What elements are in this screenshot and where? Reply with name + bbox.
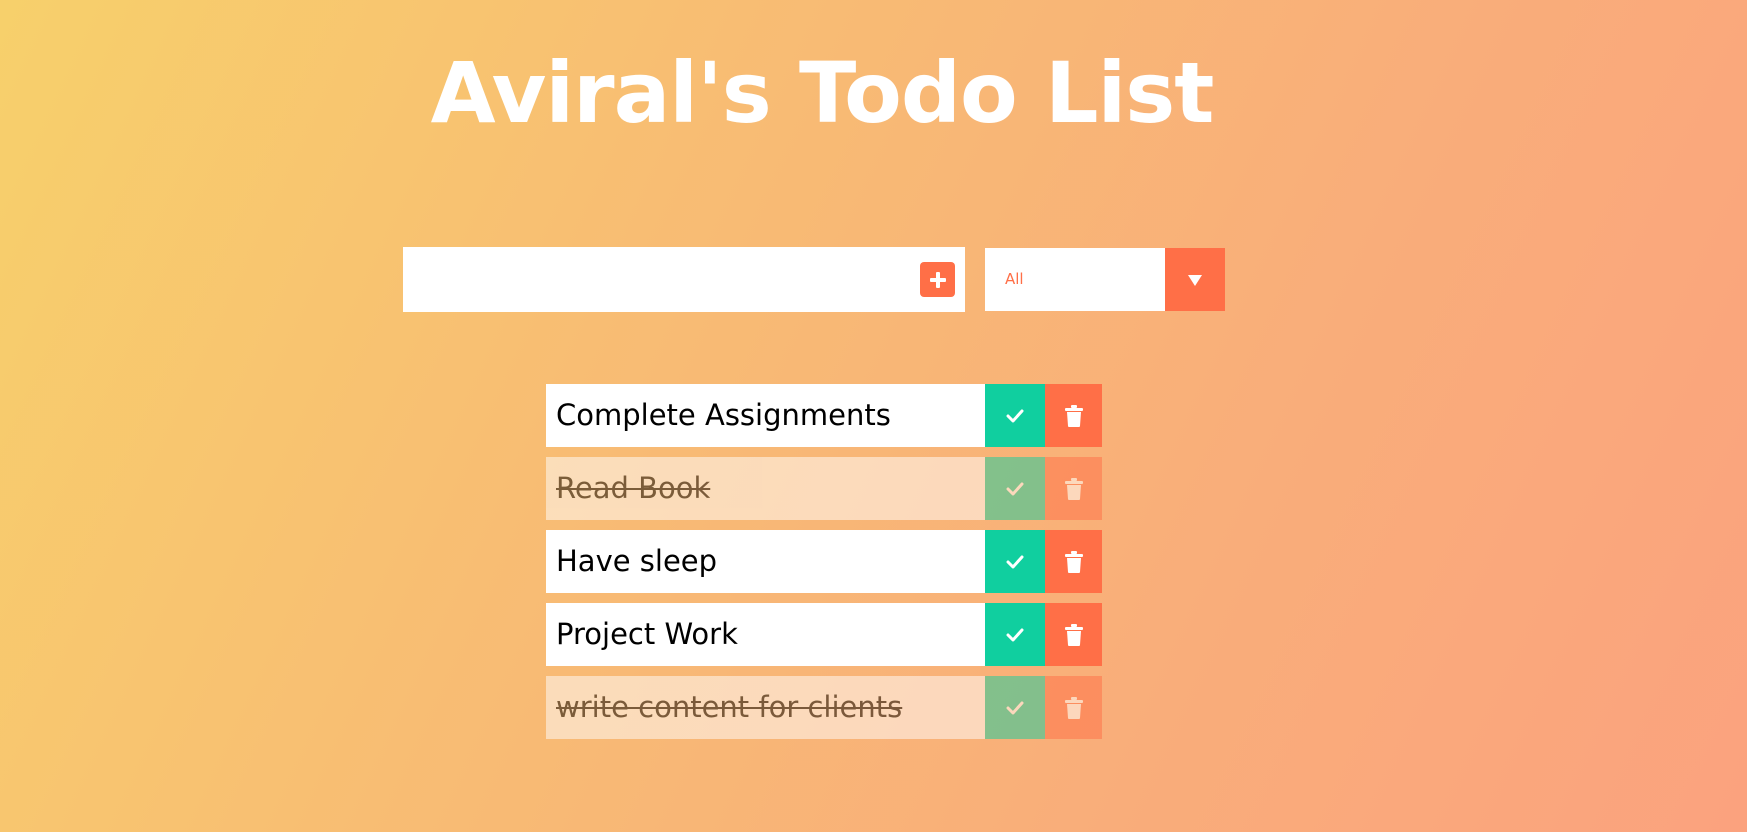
complete-button[interactable] — [985, 603, 1045, 666]
trash-icon — [1064, 623, 1083, 646]
trash-icon — [1064, 477, 1083, 500]
add-todo-form — [403, 247, 965, 312]
check-icon — [1006, 409, 1024, 422]
trash-icon — [1064, 404, 1083, 427]
delete-button[interactable] — [1045, 457, 1102, 520]
todo-text: Read Book — [556, 471, 711, 505]
page-title: Aviral's Todo List — [430, 44, 1215, 142]
complete-button[interactable] — [985, 530, 1045, 593]
complete-button[interactable] — [985, 384, 1045, 447]
complete-button[interactable] — [985, 457, 1045, 520]
todo-input[interactable] — [403, 247, 913, 312]
delete-button[interactable] — [1045, 384, 1102, 447]
check-icon — [1006, 482, 1024, 495]
delete-button[interactable] — [1045, 603, 1102, 666]
check-icon — [1006, 701, 1024, 714]
delete-button[interactable] — [1045, 676, 1102, 739]
todo-text: write content for clients — [556, 690, 903, 724]
todo-item: Project Work — [546, 603, 1102, 666]
delete-button[interactable] — [1045, 530, 1102, 593]
check-icon — [1006, 555, 1024, 568]
todo-text: Project Work — [556, 617, 738, 651]
filter-dropdown-button[interactable] — [1165, 248, 1225, 311]
todo-text: Complete Assignments — [556, 398, 891, 432]
check-icon — [1006, 628, 1024, 641]
add-todo-button[interactable] — [920, 262, 955, 297]
todo-list: Complete Assignments Read Book Have slee… — [546, 384, 1102, 749]
complete-button[interactable] — [985, 676, 1045, 739]
trash-icon — [1064, 550, 1083, 573]
plus-icon — [929, 271, 946, 288]
caret-down-icon — [1188, 274, 1202, 286]
todo-item: Complete Assignments — [546, 384, 1102, 447]
trash-icon — [1064, 696, 1083, 719]
todo-item: Read Book — [546, 457, 1102, 520]
filter-selected-value: All — [1005, 270, 1024, 288]
todo-text: Have sleep — [556, 544, 718, 578]
todo-item: Have sleep — [546, 530, 1102, 593]
filter-select[interactable]: All — [985, 248, 1225, 311]
todo-item: write content for clients — [546, 676, 1102, 739]
